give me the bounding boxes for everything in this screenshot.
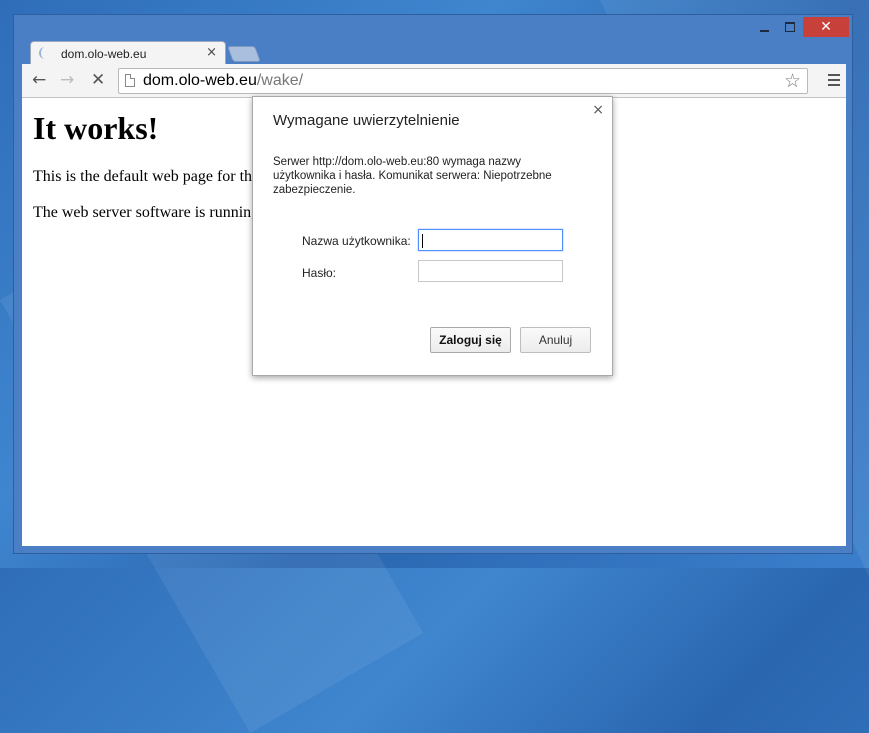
minimize-button[interactable] [751, 17, 777, 37]
menu-icon[interactable] [828, 74, 840, 89]
password-input[interactable] [418, 260, 563, 282]
auth-dialog: Wymagane uwierzytelnienie × Serwer http:… [252, 96, 613, 376]
new-tab-button[interactable] [227, 46, 261, 62]
close-window-button[interactable]: ✕ [803, 17, 849, 37]
url-path: /wake/ [256, 72, 304, 89]
close-icon: ✕ [820, 19, 832, 35]
cancel-button[interactable]: Anuluj [520, 327, 591, 353]
login-button[interactable]: Zaloguj się [430, 327, 511, 353]
maximize-icon [785, 22, 795, 32]
dialog-message: Serwer http://dom.olo-web.eu:80 wymaga n… [273, 156, 552, 196]
stop-icon[interactable]: ✕ [91, 70, 105, 90]
back-arrow-icon[interactable]: ← [32, 70, 46, 90]
dialog-title: Wymagane uwierzytelnienie [273, 112, 460, 129]
page-paragraph-1: This is the default web page for this s [33, 168, 273, 185]
bookmark-star-icon[interactable]: ☆ [784, 70, 801, 92]
address-bar[interactable]: dom.olo-web.eu/wake/ ☆ [118, 68, 808, 94]
dialog-close-icon[interactable]: × [592, 102, 604, 118]
username-input[interactable] [418, 229, 563, 251]
window-controls: ✕ [751, 17, 849, 37]
url-host: dom.olo-web.eu [143, 72, 257, 89]
page-icon [125, 74, 135, 87]
maximize-button[interactable] [777, 17, 803, 37]
username-label: Nazwa użytkownika: [302, 234, 411, 248]
tab-active[interactable]: dom.olo-web.eu × [30, 41, 226, 65]
browser-toolbar: ← → ✕ dom.olo-web.eu/wake/ ☆ [22, 64, 846, 98]
text-caret [422, 234, 423, 248]
forward-arrow-icon[interactable]: → [60, 70, 74, 90]
tab-title: dom.olo-web.eu [61, 47, 147, 61]
password-label: Hasło: [302, 266, 337, 280]
page-heading: It works! [33, 110, 159, 146]
url-text[interactable]: dom.olo-web.eu/wake/ [143, 72, 303, 90]
minimize-icon [759, 30, 769, 32]
page-paragraph-2: The web server software is running b [33, 204, 272, 221]
loading-spinner-icon [39, 47, 51, 59]
tab-close-icon[interactable]: × [206, 45, 217, 60]
